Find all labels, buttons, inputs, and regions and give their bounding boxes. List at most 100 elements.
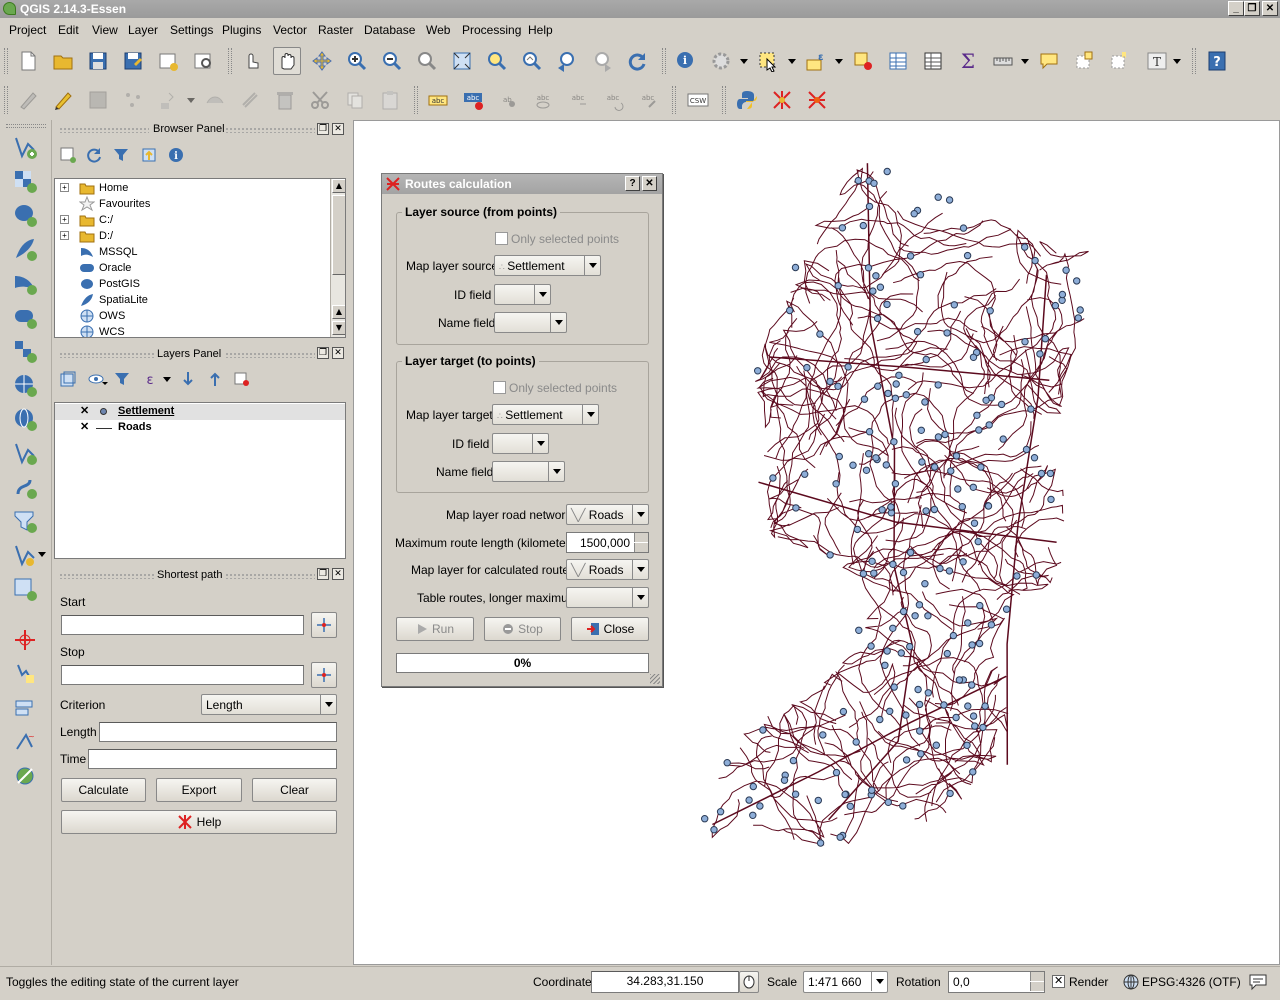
- panel-grip[interactable]: [225, 352, 315, 358]
- settlement-point[interactable]: [917, 750, 925, 758]
- text-annotation-icon[interactable]: T: [1143, 47, 1171, 75]
- cut-features-icon[interactable]: [306, 86, 334, 114]
- settlement-point[interactable]: [975, 639, 984, 648]
- source-only-selected-checkbox[interactable]: [495, 232, 508, 245]
- settlement-point[interactable]: [911, 612, 919, 620]
- settlement-point[interactable]: [1013, 572, 1021, 580]
- max-length-spinbox[interactable]: 1500,000: [566, 532, 649, 553]
- settlement-point[interactable]: [943, 329, 951, 337]
- settlement-point[interactable]: [934, 381, 942, 389]
- source-layer-select[interactable]: ∴ Settlement: [494, 255, 601, 276]
- expand-icon[interactable]: +: [60, 183, 69, 192]
- collapse-all-layers-icon[interactable]: [206, 370, 224, 391]
- settlement-point[interactable]: [876, 715, 884, 724]
- settlement-point[interactable]: [899, 802, 907, 810]
- touch-zoom-icon[interactable]: [238, 47, 266, 75]
- dropdown-arrow-icon[interactable]: [187, 98, 195, 103]
- panel-close-button[interactable]: ✕: [332, 568, 344, 580]
- browser-item[interactable]: MSSQL: [55, 244, 327, 260]
- settlement-point[interactable]: [930, 505, 939, 514]
- add-geonode-layer-icon[interactable]: [8, 574, 42, 604]
- run-button[interactable]: Run: [396, 617, 474, 641]
- settlement-point[interactable]: [849, 461, 857, 469]
- panel-float-button[interactable]: ❐: [317, 568, 329, 580]
- settlement-point[interactable]: [834, 282, 842, 290]
- map-tips-icon[interactable]: [1035, 47, 1063, 75]
- settlement-point[interactable]: [791, 790, 800, 798]
- panel-close-button[interactable]: ✕: [332, 347, 344, 359]
- target-name-select[interactable]: [492, 461, 565, 482]
- time-field[interactable]: [88, 749, 337, 769]
- add-delimited-text-icon[interactable]: [8, 472, 42, 502]
- settlement-point[interactable]: [710, 826, 718, 834]
- select-by-expression-icon[interactable]: ε: [802, 47, 830, 75]
- settlement-point[interactable]: [884, 389, 892, 398]
- settlement-point[interactable]: [1032, 571, 1040, 579]
- settlement-point[interactable]: [1051, 301, 1060, 310]
- settlement-point[interactable]: [792, 504, 800, 512]
- settlement-point[interactable]: [981, 702, 989, 710]
- filter-by-expression-icon[interactable]: ε: [141, 370, 159, 391]
- settlement-point[interactable]: [701, 815, 709, 823]
- settlement-point[interactable]: [940, 701, 948, 709]
- help-contents-icon[interactable]: ?: [1203, 47, 1231, 75]
- crs-label[interactable]: EPSG:4326 (OTF): [1142, 975, 1241, 989]
- settlement-point[interactable]: [868, 786, 876, 794]
- show-bookmarks-icon[interactable]: [1105, 47, 1133, 75]
- browser-item[interactable]: WCS: [55, 324, 327, 337]
- panel-grip[interactable]: [59, 127, 149, 133]
- settlement-point[interactable]: [889, 560, 897, 568]
- node-tool-icon[interactable]: [201, 86, 229, 114]
- toolbar-handle[interactable]: [4, 48, 8, 74]
- minimize-button[interactable]: _: [1228, 1, 1244, 16]
- help-button[interactable]: Help: [61, 810, 337, 834]
- settlement-point[interactable]: [754, 367, 762, 375]
- label-properties-icon[interactable]: abc: [459, 86, 487, 114]
- zoom-out-icon[interactable]: [378, 47, 406, 75]
- settlement-point[interactable]: [859, 570, 868, 578]
- source-id-select[interactable]: [494, 284, 551, 305]
- settlement-point[interactable]: [969, 712, 978, 720]
- browser-item[interactable]: + D:/: [55, 228, 327, 244]
- scroll-thumb[interactable]: [332, 195, 345, 275]
- settlement-point[interactable]: [986, 307, 994, 315]
- settlement-point[interactable]: [889, 624, 897, 632]
- settlement-point[interactable]: [899, 607, 908, 616]
- coordinate-capture-icon[interactable]: [8, 659, 42, 689]
- layer-visibility-checkbox[interactable]: [79, 404, 90, 417]
- resize-grip-icon[interactable]: [650, 674, 660, 684]
- settlement-point[interactable]: [745, 796, 753, 804]
- toolbar-handle[interactable]: [6, 124, 46, 128]
- toolbar-handle[interactable]: [722, 86, 726, 114]
- stop-button[interactable]: Stop: [484, 617, 561, 641]
- settlement-point[interactable]: [941, 430, 949, 439]
- settlement-point[interactable]: [1073, 277, 1081, 285]
- add-wfs-layer-icon[interactable]: [8, 438, 42, 468]
- panel-float-button[interactable]: ❐: [317, 123, 329, 135]
- settlement-point[interactable]: [865, 428, 874, 436]
- settlement-point[interactable]: [723, 759, 731, 767]
- settlement-point[interactable]: [916, 271, 925, 279]
- settlement-point[interactable]: [954, 485, 962, 493]
- settlement-point[interactable]: [897, 649, 905, 657]
- settlement-point[interactable]: [902, 756, 911, 764]
- settlement-point[interactable]: [874, 382, 882, 390]
- settlement-point[interactable]: [841, 790, 849, 799]
- dropdown-arrow-icon[interactable]: [1021, 59, 1029, 64]
- settlement-point[interactable]: [964, 702, 972, 710]
- settlement-point[interactable]: [876, 283, 885, 291]
- zoom-in-icon[interactable]: [343, 47, 371, 75]
- settlement-point[interactable]: [968, 641, 976, 649]
- properties-info-icon[interactable]: i: [167, 146, 185, 167]
- paste-features-icon[interactable]: [376, 86, 404, 114]
- menu-processing[interactable]: Processing: [462, 23, 521, 37]
- settlement-point[interactable]: [826, 377, 834, 386]
- spin-down-arrow[interactable]: [1030, 982, 1044, 991]
- settlement-point[interactable]: [949, 631, 958, 640]
- dialog-close-button[interactable]: ✕: [642, 176, 657, 191]
- criterion-select[interactable]: Length: [201, 694, 337, 715]
- settlement-point[interactable]: [884, 798, 892, 806]
- add-wms-layer-icon[interactable]: [8, 370, 42, 400]
- layer-row-roads[interactable]: Roads: [55, 420, 345, 436]
- settlement-point[interactable]: [963, 741, 971, 749]
